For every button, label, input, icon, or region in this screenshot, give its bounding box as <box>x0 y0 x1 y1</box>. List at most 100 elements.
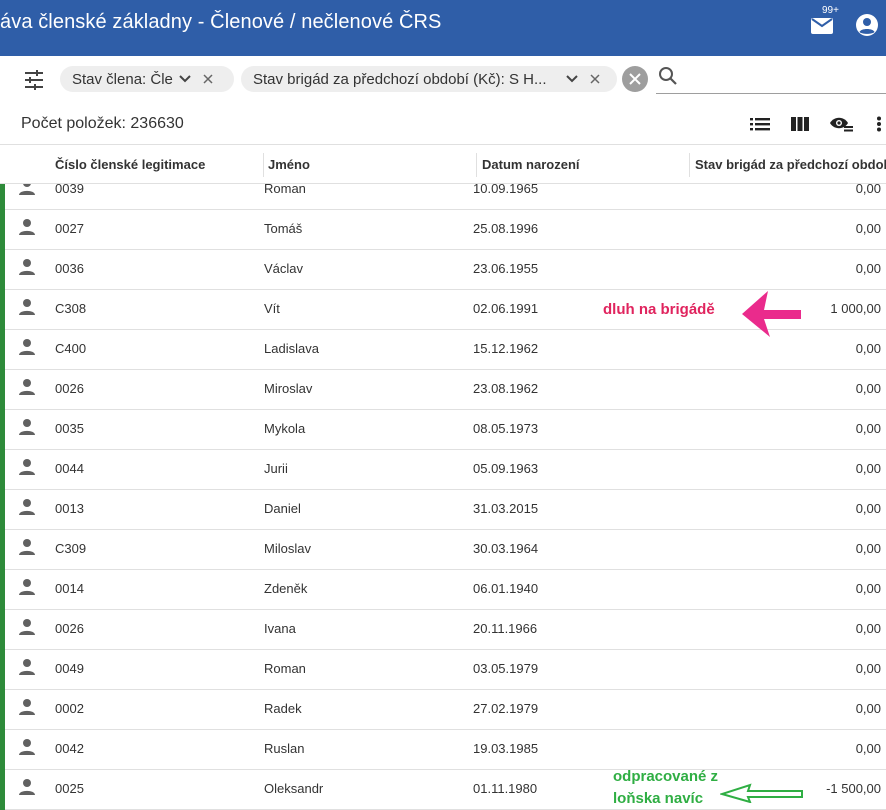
cell-member-id: 0035 <box>55 421 84 436</box>
table-row[interactable]: 0035 Mykola 08.05.1973 0,00 <box>0 410 886 450</box>
cell-birth-date: 05.09.1963 <box>473 461 539 476</box>
person-icon <box>19 579 35 595</box>
cell-birth-date: 23.06.1955 <box>473 261 539 276</box>
cell-brigade-status: 0,00 <box>855 661 881 676</box>
page-title: áva členské základny - Členové / nečleno… <box>0 11 442 33</box>
cell-member-id: 0039 <box>55 184 84 196</box>
table-row[interactable]: 0026 Miroslav 23.08.1962 0,00 <box>0 370 886 410</box>
chevron-down-icon[interactable] <box>566 75 578 83</box>
annotation-line: loňska navíc <box>613 790 704 807</box>
annotation-debt: dluh na brigádě <box>603 301 715 318</box>
cell-name: Oleksandr <box>264 781 324 796</box>
cell-birth-date: 30.03.1964 <box>473 541 539 556</box>
column-header-brigade-status[interactable]: Stav brigád za předchozí období... <box>695 157 886 172</box>
search-icon <box>659 67 677 85</box>
cell-member-id: 0044 <box>55 461 84 476</box>
cell-name: Miroslav <box>264 381 313 396</box>
tune-icon[interactable] <box>24 70 44 90</box>
table-row[interactable]: 0049 Roman 03.05.1979 0,00 <box>0 650 886 690</box>
person-icon <box>19 539 35 555</box>
redaction-mask <box>87 770 120 809</box>
chevron-down-icon[interactable] <box>179 75 191 83</box>
cell-birth-date: 06.01.1940 <box>473 581 539 596</box>
cell-member-id: 0026 <box>55 381 84 396</box>
cell-name: Miloslav <box>264 541 311 556</box>
close-icon[interactable] <box>203 74 213 84</box>
redaction-mask <box>87 570 120 609</box>
cell-brigade-status: 0,00 <box>855 221 881 236</box>
table-row[interactable]: 0039 Roman 10.09.1965 0,00 <box>0 184 886 210</box>
cell-member-id: 0025 <box>55 781 84 796</box>
column-header-name[interactable]: Jméno <box>268 157 310 172</box>
clear-filters-button[interactable] <box>622 66 648 92</box>
search-input[interactable] <box>656 62 886 94</box>
cell-name: Václav <box>264 261 304 276</box>
cell-birth-date: 20.11.1966 <box>473 621 538 636</box>
list-view-icon[interactable] <box>750 116 770 132</box>
close-icon[interactable] <box>590 74 600 84</box>
cell-member-id: C309 <box>55 541 87 556</box>
column-resize-handle[interactable] <box>689 153 690 177</box>
column-header-id[interactable]: Číslo členské legitimace <box>55 157 205 172</box>
column-resize-handle[interactable] <box>263 153 264 177</box>
cell-birth-date: 01.11.1980 <box>473 781 538 796</box>
item-count: Počet položek: 236630 <box>21 115 184 132</box>
cell-member-id: 0026 <box>55 621 84 636</box>
cell-brigade-status: 0,00 <box>855 581 881 596</box>
redaction-mask <box>87 490 120 529</box>
table-row[interactable]: 0014 Zdeněk 06.01.1940 0,00 <box>0 570 886 610</box>
cell-birth-date: 27.02.1979 <box>473 701 539 716</box>
filter-chip-brigade-status[interactable]: Stav brigád za předchozí období (Kč): S … <box>241 66 617 92</box>
redaction-mask <box>87 410 120 449</box>
cell-birth-date: 15.12.1962 <box>473 341 539 356</box>
table-row[interactable]: C309 Miloslav 30.03.1964 0,00 <box>0 530 886 570</box>
column-resize-handle[interactable] <box>476 153 477 177</box>
mail-icon[interactable] <box>810 14 834 36</box>
person-icon <box>19 379 35 395</box>
cell-birth-date: 03.05.1979 <box>473 661 539 676</box>
cell-brigade-status: 0,00 <box>855 621 881 636</box>
person-icon <box>19 419 35 435</box>
table-row[interactable]: 0027 Tomáš 25.08.1996 0,00 <box>0 210 886 250</box>
cell-birth-date: 31.03.2015 <box>473 501 539 516</box>
table-row[interactable]: 0002 Radek 27.02.1979 0,00 <box>0 690 886 730</box>
more-vert-icon[interactable] <box>874 116 884 132</box>
table-row[interactable]: 0042 Ruslan 19.03.1985 0,00 <box>0 730 886 770</box>
filter-chip-label: Stav brigád za předchozí období (Kč): S … <box>253 70 547 88</box>
person-icon <box>19 499 35 515</box>
cell-member-id: 0049 <box>55 661 84 676</box>
cell-birth-date: 23.08.1962 <box>473 381 539 396</box>
redaction-mask <box>87 650 120 689</box>
redaction-mask <box>87 330 120 369</box>
redaction-mask <box>87 210 120 249</box>
table-row[interactable]: 0026 Ivana 20.11.1966 0,00 <box>0 610 886 650</box>
cell-birth-date: 02.06.1991 <box>473 301 539 316</box>
person-icon <box>19 299 35 315</box>
column-header-birth-date[interactable]: Datum narození <box>482 157 580 172</box>
cell-name: Zdeněk <box>264 581 308 596</box>
cell-name: Ladislava <box>264 341 319 356</box>
filter-chip-member-status[interactable]: Stav člena: Člen <box>60 66 234 92</box>
person-icon <box>19 184 35 195</box>
cell-name: Roman <box>264 661 306 676</box>
table-row[interactable]: 0036 Václav 23.06.1955 0,00 <box>0 250 886 290</box>
cell-brigade-status: 1 000,00 <box>830 301 881 316</box>
person-icon <box>19 459 35 475</box>
columns-icon[interactable] <box>790 116 810 132</box>
visibility-icon[interactable] <box>829 116 853 132</box>
table-row[interactable]: 0013 Daniel 31.03.2015 0,00 <box>0 490 886 530</box>
redaction-mask <box>87 290 120 329</box>
cell-brigade-status: 0,00 <box>855 184 881 196</box>
account-icon[interactable] <box>855 13 879 37</box>
table-body: 0039 Roman 10.09.1965 0,00 0027 Tomáš 25.08.19… <box>0 184 886 810</box>
redaction-mask <box>87 530 120 569</box>
cell-member-id: 0027 <box>55 221 84 236</box>
person-icon <box>19 219 35 235</box>
table-header: Číslo členské legitimace Jméno Datum nar… <box>0 144 886 184</box>
person-icon <box>19 779 35 795</box>
table-row[interactable]: 0044 Jurii 05.09.1963 0,00 <box>0 450 886 490</box>
close-icon <box>629 73 641 85</box>
cell-brigade-status: 0,00 <box>855 341 881 356</box>
cell-brigade-status: -1 500,00 <box>826 781 881 796</box>
redaction-mask <box>87 690 120 729</box>
